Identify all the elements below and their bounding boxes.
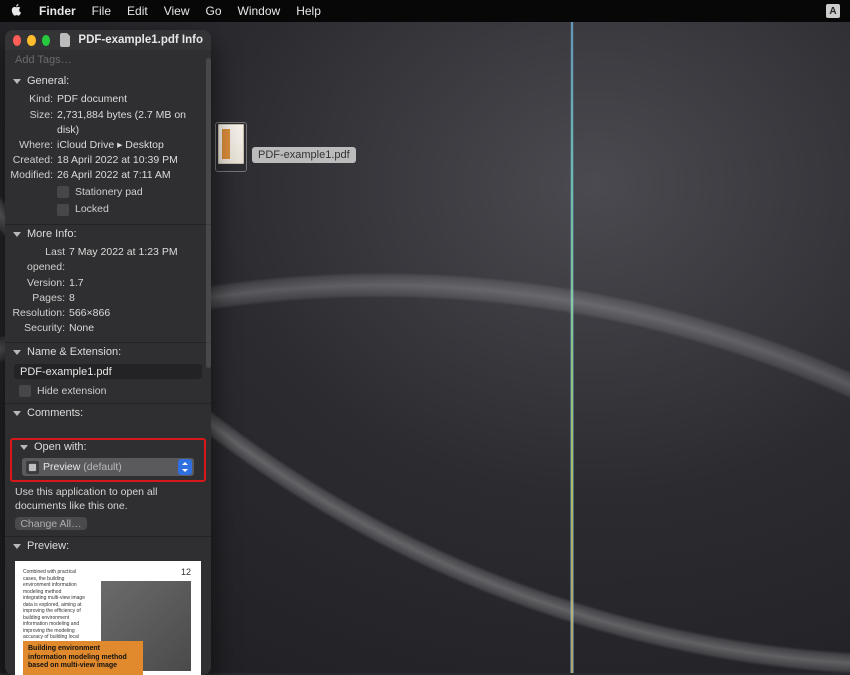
preview-title-band: Building environment information modelin…	[23, 641, 143, 675]
window-minimize-button[interactable]	[27, 35, 35, 46]
open-with-app-picker[interactable]: Preview (default)	[22, 458, 194, 476]
info-titlebar[interactable]: PDF-example1.pdf Info	[5, 30, 211, 50]
locked-checkbox[interactable]: Locked	[7, 201, 209, 218]
resolution-value: 566×866	[69, 306, 209, 321]
security-label: Security:	[7, 321, 69, 336]
checkbox-icon	[57, 204, 69, 216]
open-with-default-suffix: (default)	[83, 461, 122, 473]
last-opened-value: 7 May 2022 at 1:23 PM	[69, 245, 209, 275]
section-open-with[interactable]: Open with:	[12, 440, 204, 456]
modified-value: 26 April 2022 at 7:11 AM	[57, 168, 209, 183]
section-preview[interactable]: Preview:	[5, 536, 211, 555]
size-label: Size:	[7, 108, 57, 138]
open-with-app-name: Preview	[43, 461, 80, 473]
last-opened-label: Last opened:	[7, 245, 69, 275]
window-zoom-button[interactable]	[42, 35, 50, 46]
desktop-file-label[interactable]: PDF-example1.pdf	[252, 147, 356, 163]
preview-page-number: 12	[181, 567, 191, 577]
stationery-pad-checkbox[interactable]: Stationery pad	[7, 184, 209, 201]
where-label: Where:	[7, 138, 57, 153]
size-value: 2,731,884 bytes (2.7 MB on disk)	[57, 108, 209, 138]
scrollbar[interactable]	[206, 58, 211, 368]
resolution-label: Resolution:	[7, 306, 69, 321]
section-general[interactable]: General:	[5, 72, 211, 90]
get-info-window: PDF-example1.pdf Info Add Tags… General:…	[5, 30, 211, 675]
checkbox-icon	[57, 186, 69, 198]
created-value: 18 April 2022 at 10:39 PM	[57, 153, 209, 168]
menu-file[interactable]: File	[92, 4, 111, 18]
pages-label: Pages:	[7, 291, 69, 306]
kind-label: Kind:	[7, 92, 57, 107]
window-close-button[interactable]	[13, 35, 21, 46]
change-all-button[interactable]: Change All…	[15, 517, 87, 530]
section-more-info[interactable]: More Info:	[5, 224, 211, 243]
filename-input[interactable]: PDF-example1.pdf	[14, 364, 202, 379]
open-with-highlight: Open with: Preview (default)	[10, 438, 206, 482]
comments-field[interactable]	[5, 422, 211, 438]
menu-window[interactable]: Window	[238, 4, 281, 18]
apple-menu-icon[interactable]	[10, 3, 23, 19]
open-with-helper-text: Use this application to open all documen…	[5, 482, 211, 517]
add-tags-field[interactable]: Add Tags…	[5, 50, 211, 72]
menu-go[interactable]: Go	[206, 4, 222, 18]
pages-value: 8	[69, 291, 209, 306]
menubar[interactable]: Finder File Edit View Go Window Help A	[0, 0, 850, 22]
dropdown-chevron-icon	[178, 459, 192, 475]
where-value: iCloud Drive ▸ Desktop	[57, 138, 209, 153]
more-info-block: Last opened:7 May 2022 at 1:23 PM Versio…	[5, 243, 211, 342]
general-block: Kind:PDF document Size:2,731,884 bytes (…	[5, 90, 211, 224]
menu-view[interactable]: View	[164, 4, 190, 18]
menu-help[interactable]: Help	[296, 4, 321, 18]
desktop-file-icon[interactable]	[215, 122, 247, 172]
version-value: 1.7	[69, 276, 209, 291]
preview-app-icon	[26, 461, 39, 474]
document-icon	[60, 33, 72, 47]
checkbox-icon	[19, 385, 31, 397]
info-title: PDF-example1.pdf Info	[78, 34, 203, 46]
menubar-right-badge[interactable]: A	[826, 4, 840, 18]
kind-value: PDF document	[57, 92, 209, 107]
version-label: Version:	[7, 276, 69, 291]
menubar-app-name[interactable]: Finder	[39, 4, 76, 18]
section-name-extension[interactable]: Name & Extension:	[5, 342, 211, 361]
preview-thumbnail: 12 Combined with practical cases, the bu…	[15, 561, 201, 675]
created-label: Created:	[7, 153, 57, 168]
modified-label: Modified:	[7, 168, 57, 183]
security-value: None	[69, 321, 209, 336]
menu-edit[interactable]: Edit	[127, 4, 148, 18]
pdf-thumbnail-icon	[218, 124, 244, 164]
hide-extension-checkbox[interactable]: Hide extension	[5, 383, 211, 403]
section-comments[interactable]: Comments:	[5, 403, 211, 422]
